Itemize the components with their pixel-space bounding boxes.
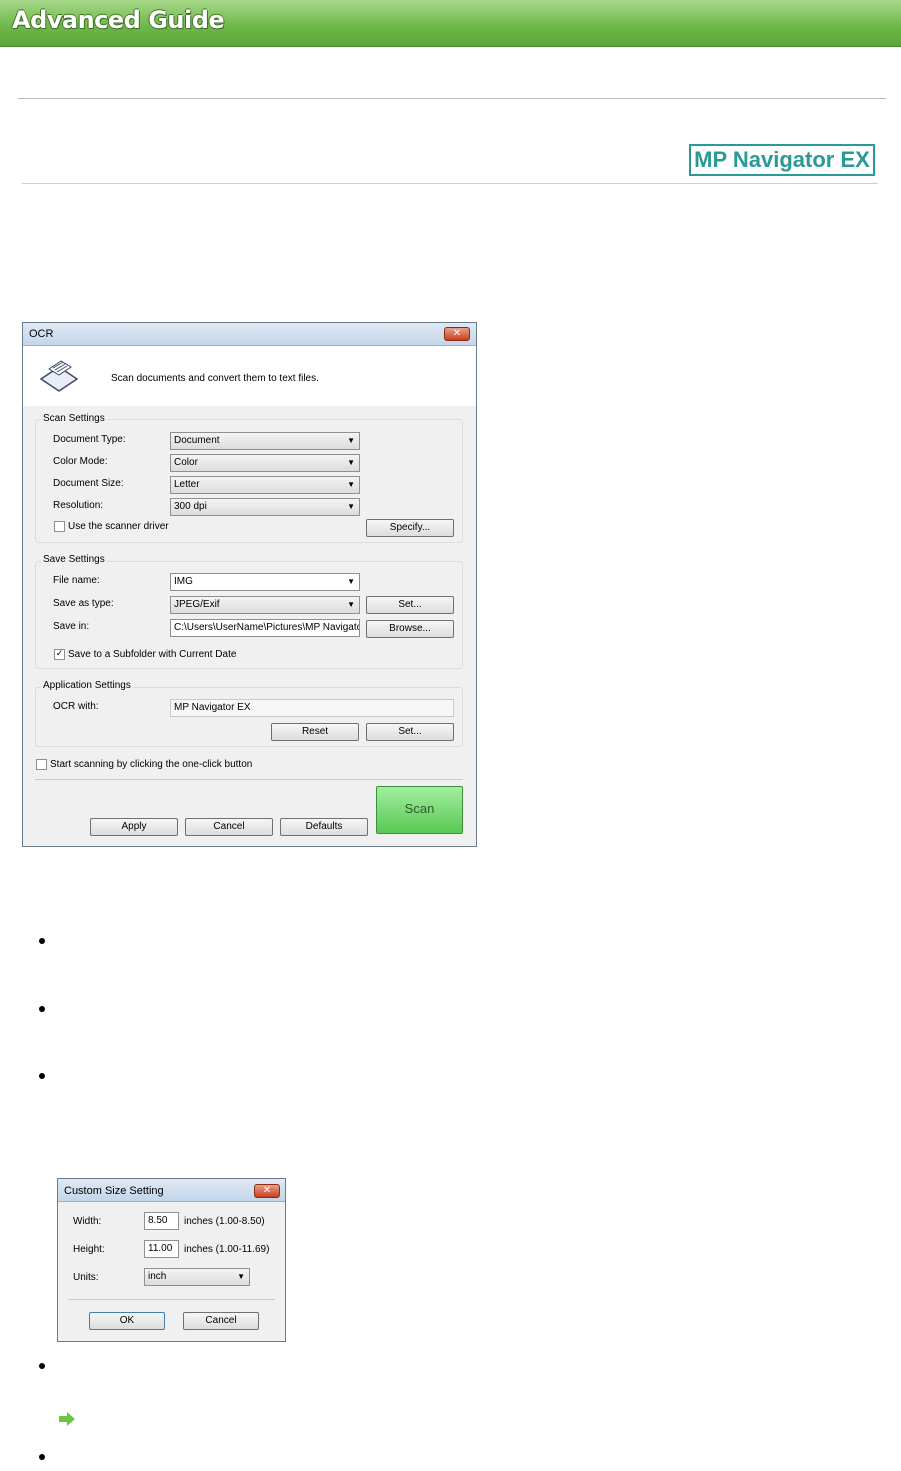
color-mode-select[interactable]: Color ▼ [170, 454, 360, 472]
application-settings-title: Application Settings [41, 680, 133, 691]
save-in-value: C:\Users\UserName\Pictures\MP Navigator [174, 622, 360, 633]
defaults-button[interactable]: Defaults [280, 818, 368, 836]
document-type-select[interactable]: Document ▼ [170, 432, 360, 450]
bullet [39, 1363, 45, 1369]
close-icon[interactable]: ✕ [444, 327, 470, 341]
use-scanner-driver-label: Use the scanner driver [68, 521, 169, 532]
chevron-down-icon: ▼ [347, 458, 355, 467]
file-name-value: IMG [174, 576, 193, 587]
save-in-label: Save in: [53, 621, 90, 632]
width-range: inches (1.00-8.50) [184, 1216, 265, 1227]
chevron-down-icon: ▼ [347, 502, 355, 511]
one-click-checkbox[interactable] [36, 759, 47, 770]
browse-button[interactable]: Browse... [366, 620, 454, 638]
document-type-value: Document [174, 435, 220, 446]
bullet [39, 938, 45, 944]
height-input[interactable]: 11.00 [144, 1240, 179, 1258]
custom-size-dialog: Custom Size Setting ✕ Width: 8.50 inches… [57, 1178, 286, 1342]
cancel-button[interactable]: Cancel [185, 818, 273, 836]
save-as-type-value: JPEG/Exif [174, 599, 220, 610]
link-arrow-icon[interactable] [58, 1412, 76, 1426]
custom-size-title: Custom Size Setting [64, 1185, 164, 1197]
cancel-button[interactable]: Cancel [183, 1312, 259, 1330]
chevron-down-icon: ▼ [347, 480, 355, 489]
use-scanner-driver-checkbox[interactable] [54, 521, 65, 532]
ocr-dialog: OCR ✕ Scan documents and convert them to… [22, 322, 477, 847]
ocr-with-value: MP Navigator EX [174, 702, 251, 713]
specify-button[interactable]: Specify... [366, 519, 454, 537]
units-value: inch [148, 1271, 167, 1282]
bullet [39, 1073, 45, 1079]
color-mode-label: Color Mode: [53, 456, 108, 467]
document-size-value: Letter [174, 479, 200, 490]
ocr-with-field: MP Navigator EX [170, 699, 454, 717]
divider [22, 183, 878, 184]
divider [18, 98, 886, 99]
save-settings-title: Save Settings [41, 554, 107, 565]
color-mode-value: Color [174, 457, 198, 468]
chevron-down-icon: ▼ [347, 577, 355, 586]
app-set-button[interactable]: Set... [366, 723, 454, 741]
save-type-set-button[interactable]: Set... [366, 596, 454, 614]
width-label: Width: [73, 1216, 102, 1227]
one-click-label: Start scanning by clicking the one-click… [50, 759, 253, 770]
subfolder-label: Save to a Subfolder with Current Date [68, 649, 237, 660]
save-as-type-select[interactable]: JPEG/Exif ▼ [170, 596, 360, 614]
close-icon[interactable]: ✕ [254, 1184, 280, 1198]
apply-button[interactable]: Apply [90, 818, 178, 836]
height-label: Height: [73, 1244, 105, 1255]
document-size-select[interactable]: Letter ▼ [170, 476, 360, 494]
ok-button[interactable]: OK [89, 1312, 165, 1330]
bullet [39, 1454, 45, 1460]
height-range: inches (1.00-11.69) [184, 1244, 270, 1255]
units-select[interactable]: inch ▼ [144, 1268, 250, 1286]
ocr-dialog-title: OCR [29, 328, 54, 340]
width-input[interactable]: 8.50 [144, 1212, 179, 1230]
file-name-input[interactable]: IMG ▼ [170, 573, 360, 591]
file-name-label: File name: [53, 575, 100, 586]
page-title: Advanced Guide [12, 6, 225, 34]
chevron-down-icon: ▼ [237, 1272, 245, 1281]
scan-settings-title: Scan Settings [41, 413, 107, 424]
scan-button[interactable]: Scan [376, 786, 463, 834]
document-size-label: Document Size: [53, 478, 124, 489]
ocr-with-label: OCR with: [53, 701, 99, 712]
units-label: Units: [73, 1272, 99, 1283]
reset-button[interactable]: Reset [271, 723, 359, 741]
resolution-label: Resolution: [53, 500, 104, 511]
subfolder-checkbox[interactable]: ✓ [54, 649, 65, 660]
product-badge: MP Navigator EX [689, 144, 875, 176]
save-as-type-label: Save as type: [53, 598, 114, 609]
document-type-label: Document Type: [53, 434, 126, 445]
document-scan-icon [37, 355, 81, 395]
chevron-down-icon: ▼ [347, 436, 355, 445]
bullet [39, 1006, 45, 1012]
save-in-field[interactable]: C:\Users\UserName\Pictures\MP Navigator [170, 619, 360, 637]
resolution-select[interactable]: 300 dpi ▼ [170, 498, 360, 516]
dialog-description: Scan documents and convert them to text … [111, 373, 319, 384]
resolution-value: 300 dpi [174, 501, 207, 512]
divider [35, 779, 463, 780]
ocr-dialog-titlebar [23, 323, 476, 346]
chevron-down-icon: ▼ [347, 600, 355, 609]
divider [68, 1299, 275, 1300]
